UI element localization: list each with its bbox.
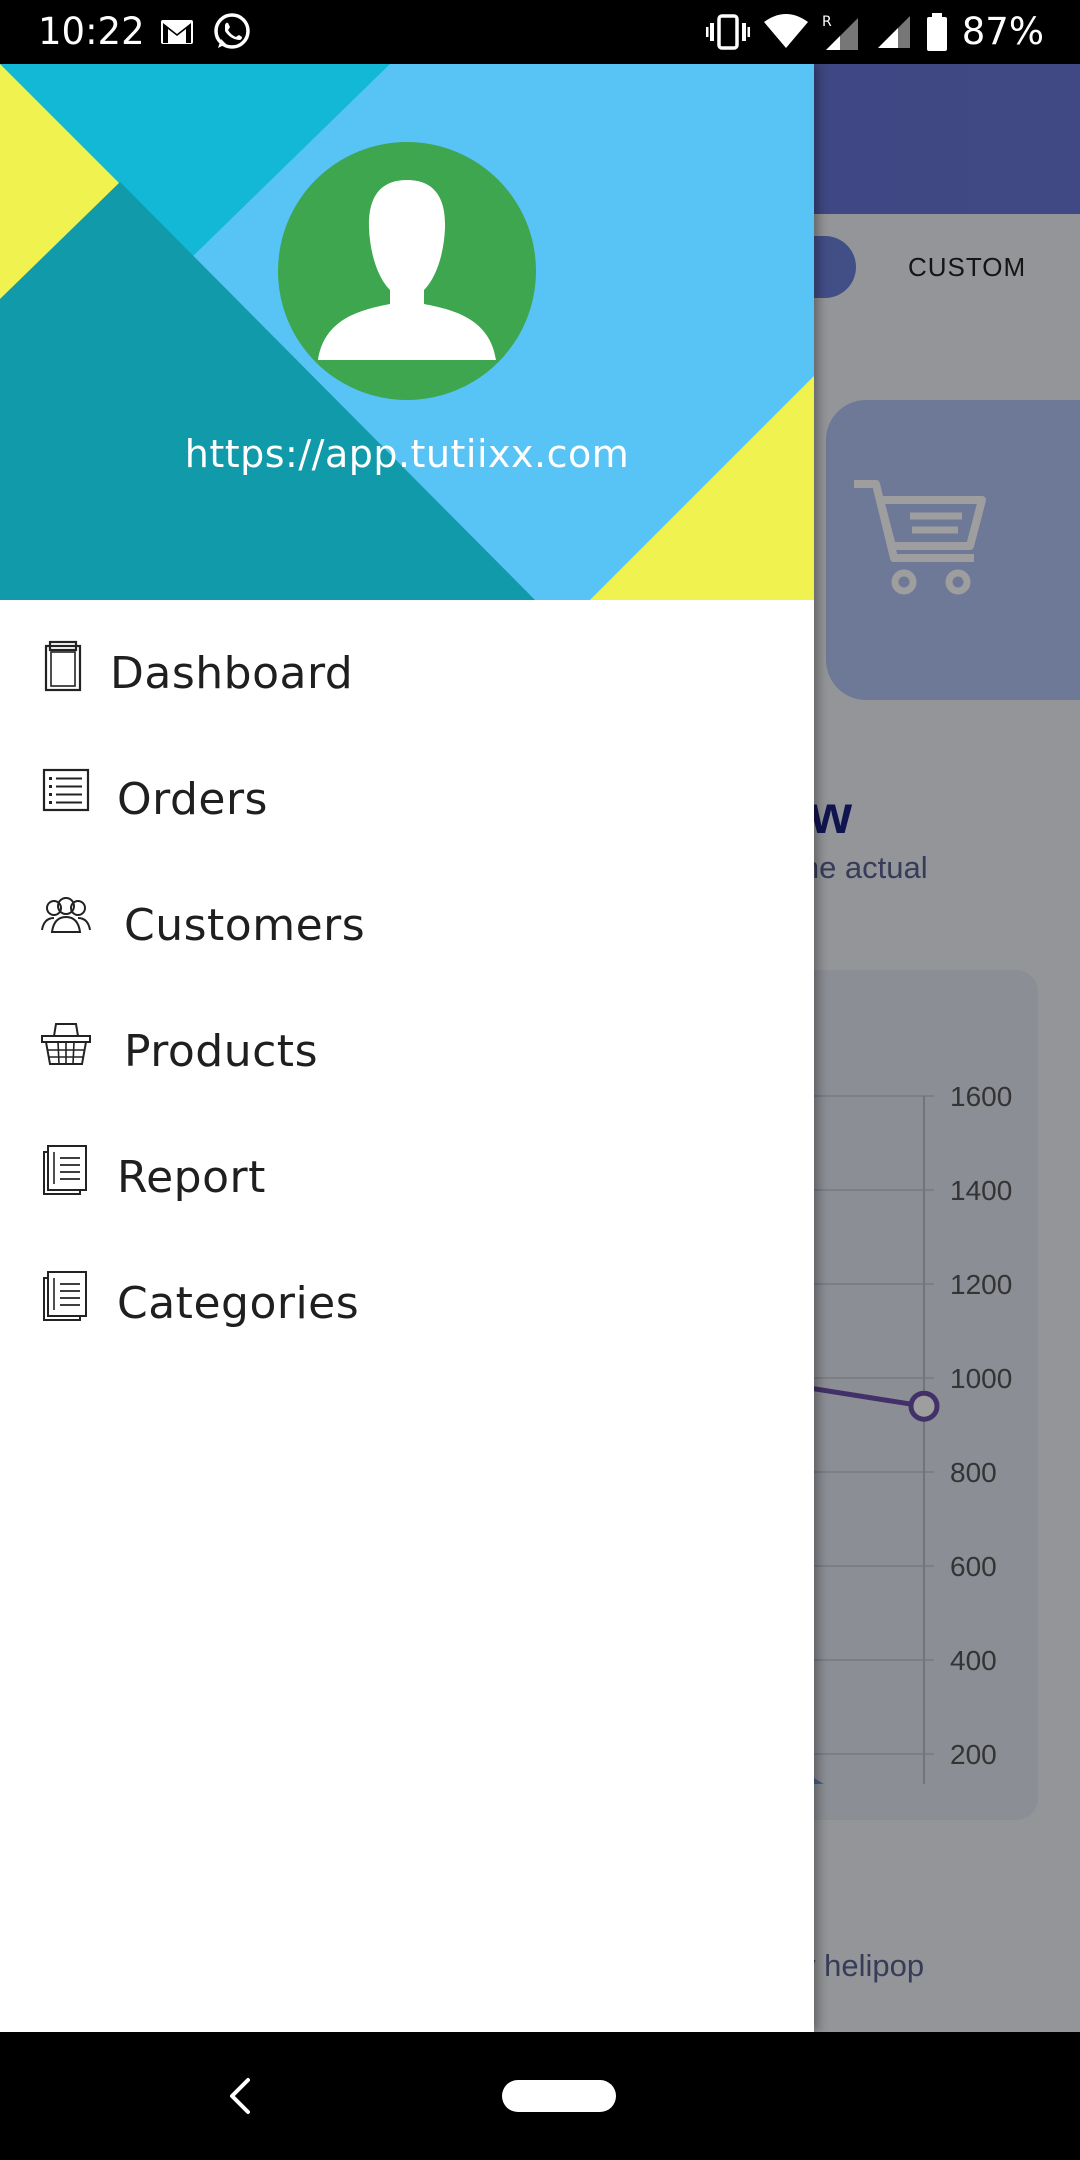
list-icon xyxy=(42,768,90,812)
users-icon xyxy=(41,897,91,933)
report-icon xyxy=(43,1145,87,1195)
menu-item-dashboard[interactable]: Dashboard xyxy=(0,624,814,750)
battery-percentage: 87% xyxy=(961,10,1044,53)
person-icon xyxy=(318,180,496,360)
menu-item-customers[interactable]: Customers xyxy=(0,876,814,1002)
wifi-icon xyxy=(763,14,808,48)
basket-icon xyxy=(41,1023,91,1065)
menu-label-categories: Categories xyxy=(117,1278,360,1329)
avatar[interactable] xyxy=(278,142,536,400)
header-url: https://app.tutiixx.com xyxy=(184,432,630,476)
back-icon[interactable] xyxy=(220,2072,260,2120)
gmail-icon xyxy=(161,20,193,44)
status-left-icons xyxy=(160,12,252,52)
status-time: 10:22 xyxy=(38,10,145,53)
menu-item-categories[interactable]: Categories xyxy=(0,1254,814,1380)
signal-roaming-icon: R xyxy=(822,14,858,50)
drawer-menu: Dashboard Orders Customers Products Repo… xyxy=(0,624,814,1380)
menu-label-orders: Orders xyxy=(117,774,268,825)
menu-label-products: Products xyxy=(124,1026,318,1077)
whatsapp-icon xyxy=(214,13,250,49)
menu-label-customers: Customers xyxy=(124,900,366,951)
menu-item-orders[interactable]: Orders xyxy=(0,750,814,876)
menu-label-dashboard: Dashboard xyxy=(110,648,354,699)
menu-item-products[interactable]: Products xyxy=(0,1002,814,1128)
categories-icon xyxy=(43,1271,87,1321)
menu-item-report[interactable]: Report xyxy=(0,1128,814,1254)
system-nav-bar xyxy=(0,2032,1080,2160)
drawer-header: https://app.tutiixx.com xyxy=(0,64,814,600)
vibrate-icon xyxy=(705,14,750,50)
battery-icon xyxy=(926,13,947,51)
status-bar: 10:22 R 87% xyxy=(0,0,1080,64)
navigation-drawer: https://app.tutiixx.com Dashboard Orders xyxy=(0,64,814,2032)
clipboard-icon xyxy=(44,640,82,692)
status-right-icons: R 87% xyxy=(705,8,1044,56)
svg-text:R: R xyxy=(822,14,832,30)
signal-icon xyxy=(877,16,910,48)
home-pill-icon[interactable] xyxy=(502,2080,616,2112)
menu-label-report: Report xyxy=(117,1152,266,1203)
